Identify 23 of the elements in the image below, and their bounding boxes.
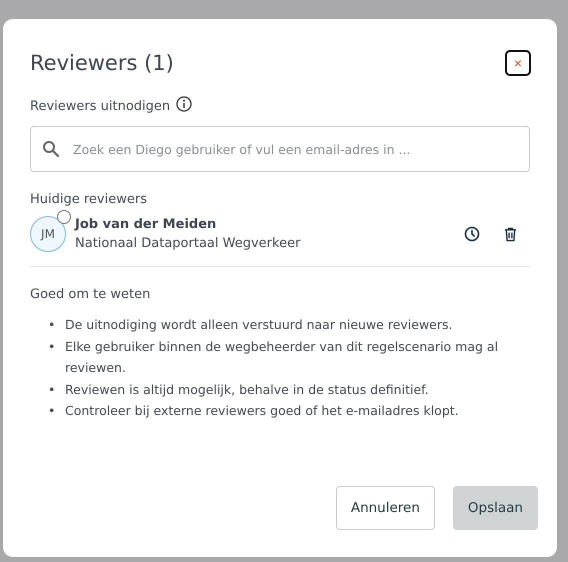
dialog-title: Reviewers (1) (30, 51, 174, 75)
close-button[interactable]: × (505, 50, 531, 76)
info-text: De uitnodiging wordt alleen verstuurd naar nieuwe reviewers. (65, 316, 452, 334)
info-text: Elke gebruiker binnen de wegbeheerder van dit regelscenario mag al reviewen. (65, 338, 500, 377)
status-ring (57, 210, 71, 224)
cancel-button[interactable]: Annuleren (336, 486, 435, 530)
section-heading: Huidige reviewers (30, 192, 148, 207)
search-field[interactable]: Zoek een Diego gebruiker of vul een email-adres in ... (30, 126, 530, 172)
bullet: • (48, 402, 56, 420)
reviewer-name: Job van der Meiden (75, 217, 218, 232)
info-text: Reviewen is altijd mogelijk, behalve in de status definitief. (65, 380, 429, 399)
invite-label: Reviewers uitnodigen (30, 99, 170, 114)
bullet: • (48, 338, 56, 356)
clock-icon[interactable] (464, 226, 480, 242)
trash-icon[interactable] (504, 226, 517, 242)
reviewer-organisation: Nationaal Dataportaal Wegverkeer (75, 236, 302, 251)
info-icon[interactable] (176, 96, 192, 112)
avatar: JM (30, 216, 66, 252)
section-heading: Goed om te weten (30, 287, 152, 302)
info-text: Controleer bij externe reviewers goed of het e-mailadres klopt. (65, 402, 459, 420)
search-icon (42, 140, 60, 158)
bullet: • (48, 380, 56, 398)
bullet: • (48, 316, 56, 334)
